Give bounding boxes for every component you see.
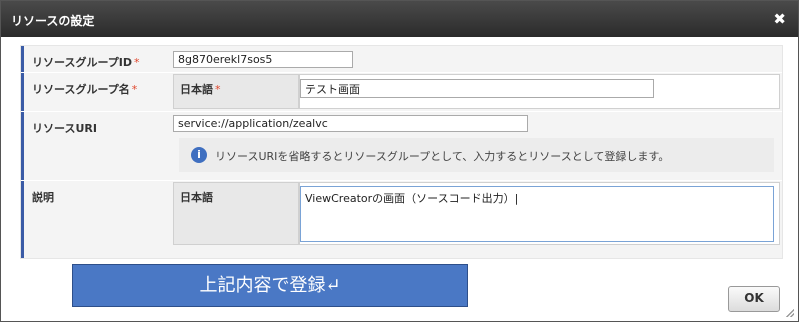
close-icon[interactable]: ✖ [773, 10, 786, 28]
description-cell: 日本語 ViewCreatorの画面（ソースコード出力）| [171, 181, 782, 258]
description-lang-label: 日本語 [173, 182, 299, 245]
row-resource-group-name: リソースグループ名 * 日本語 * [21, 73, 782, 111]
description-lang-text: 日本語 [180, 191, 213, 204]
dialog-title: リソースの設定 [11, 14, 95, 28]
description-textarea[interactable]: ViewCreatorの画面（ソースコード出力）| [300, 186, 774, 242]
resource-group-id-label-text: リソースグループID [32, 56, 133, 69]
required-mark: * [215, 83, 221, 96]
required-mark: * [134, 56, 140, 69]
register-banner[interactable]: 上記内容で登録↵ [72, 264, 468, 307]
dialog-titlebar[interactable]: リソースの設定 ✖ [1, 1, 798, 37]
resource-group-name-input[interactable] [300, 79, 654, 98]
resource-uri-input[interactable] [173, 115, 528, 132]
resource-uri-info-text: リソースURIを省略するとリソースグループとして、入力するとリソースとして登録し… [215, 150, 670, 163]
description-input-cell: ViewCreatorの画面（ソースコード出力）| [299, 182, 780, 245]
required-mark: * [131, 83, 138, 96]
resource-settings-dialog: リソースの設定 ✖ リソースグループID* リソースグループ名* 日本語* [0, 0, 799, 322]
resource-form: リソースグループID* リソースグループ名* 日本語* リソ [20, 45, 783, 259]
group-name-lang-text: 日本語 [180, 83, 213, 96]
row-resource-uri: リソースURI i リソースURIを省略するとリソースグループとして、入力すると… [21, 112, 782, 180]
info-icon: i [191, 147, 207, 163]
row-resource-group-id: リソースグループID * [21, 46, 782, 72]
resource-group-id-cell [171, 46, 782, 72]
ok-button[interactable]: OK [728, 286, 780, 312]
description-label-text: 説明 [32, 191, 54, 204]
row-description: 説明 日本語 ViewCreatorの画面（ソースコード出力）| [21, 181, 782, 258]
resource-group-id-label: リソースグループID * [21, 46, 171, 72]
resize-grip-icon[interactable] [786, 309, 794, 317]
group-name-lang-label: 日本語 * [173, 74, 299, 109]
resource-uri-info-box: i リソースURIを省略するとリソースグループとして、入力するとリソースとして登… [179, 138, 774, 172]
resource-uri-label-text: リソースURI [32, 122, 97, 135]
resource-group-name-label-text: リソースグループ名 [32, 83, 130, 96]
resource-uri-label: リソースURI [21, 112, 171, 180]
resource-group-name-cell: 日本語 * [171, 73, 782, 111]
resource-group-name-label: リソースグループ名 * [21, 73, 171, 111]
resource-group-id-input[interactable] [173, 51, 353, 68]
group-name-input-cell [299, 74, 780, 109]
resource-uri-cell: i リソースURIを省略するとリソースグループとして、入力するとリソースとして登… [171, 112, 782, 180]
description-label: 説明 [21, 181, 171, 258]
